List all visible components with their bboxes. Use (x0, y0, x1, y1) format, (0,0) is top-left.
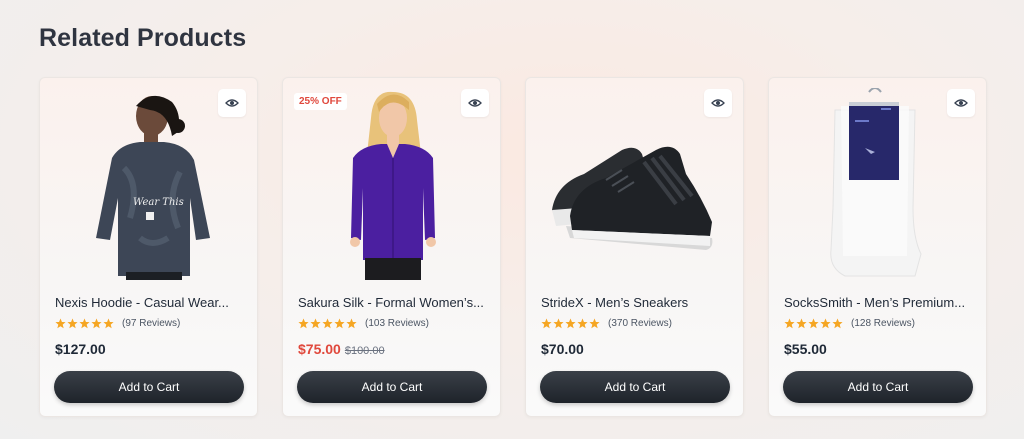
price: $55.00 (784, 341, 827, 357)
hoodie-print-text: Wear This (133, 197, 184, 208)
original-price: $100.00 (344, 345, 385, 357)
rating: (103 Reviews) (298, 318, 429, 329)
star-icon (322, 318, 333, 329)
quick-view-button[interactable] (704, 89, 732, 117)
star-icon (784, 318, 795, 329)
star-icon (334, 318, 345, 329)
price-row: $127.00 (55, 341, 106, 357)
star-icon (55, 318, 66, 329)
price-row: $55.00 (784, 341, 827, 357)
quick-view-button[interactable] (218, 89, 246, 117)
product-name[interactable]: Sakura Silk - Formal Women’s... (298, 295, 488, 310)
section-title: Related Products (39, 24, 247, 52)
related-products-panel: Related Products Wear This Nexis Hoodie … (0, 0, 1024, 439)
star-icon (577, 318, 588, 329)
product-name[interactable]: SocksSmith - Men’s Premium... (784, 295, 974, 310)
sale-price: $75.00 (298, 341, 341, 357)
add-to-cart-button[interactable]: Add to Cart (783, 371, 973, 403)
add-to-cart-button[interactable]: Add to Cart (540, 371, 730, 403)
price-row: $75.00 $100.00 (298, 341, 385, 357)
eye-icon (468, 99, 482, 107)
eye-icon (711, 99, 725, 107)
star-icon (91, 318, 102, 329)
review-count: (97 Reviews) (122, 318, 181, 329)
star-icon (796, 318, 807, 329)
price: $127.00 (55, 341, 106, 357)
eye-icon (225, 99, 239, 107)
star-icon (808, 318, 819, 329)
quick-view-button[interactable] (461, 89, 489, 117)
star-icon (346, 318, 357, 329)
review-count: (128 Reviews) (851, 318, 915, 329)
rating: (97 Reviews) (55, 318, 180, 329)
product-card[interactable]: SocksSmith - Men’s Premium... (128 Revie… (768, 77, 987, 417)
star-icon (820, 318, 831, 329)
star-rating (298, 318, 357, 329)
star-icon (553, 318, 564, 329)
rating: (128 Reviews) (784, 318, 915, 329)
rating: (370 Reviews) (541, 318, 672, 329)
star-icon (79, 318, 90, 329)
star-rating (55, 318, 114, 329)
add-to-cart-button[interactable]: Add to Cart (54, 371, 244, 403)
star-rating (784, 318, 843, 329)
add-to-cart-button[interactable]: Add to Cart (297, 371, 487, 403)
star-icon (103, 318, 114, 329)
review-count: (370 Reviews) (608, 318, 672, 329)
product-card[interactable]: StrideX - Men’s Sneakers (370 Reviews) $… (525, 77, 744, 417)
discount-badge: 25% OFF (294, 93, 347, 110)
price-row: $70.00 (541, 341, 584, 357)
product-name[interactable]: Nexis Hoodie - Casual Wear... (55, 295, 245, 310)
star-icon (541, 318, 552, 329)
star-icon (67, 318, 78, 329)
product-card[interactable]: Wear This Nexis Hoodie - Casual Wear... … (39, 77, 258, 417)
star-icon (832, 318, 843, 329)
star-icon (298, 318, 309, 329)
star-rating (541, 318, 600, 329)
quick-view-button[interactable] (947, 89, 975, 117)
product-card[interactable]: 25% OFF Sakura Silk - Formal Women’s... … (282, 77, 501, 417)
review-count: (103 Reviews) (365, 318, 429, 329)
star-icon (565, 318, 576, 329)
star-icon (589, 318, 600, 329)
product-name[interactable]: StrideX - Men’s Sneakers (541, 295, 731, 310)
star-icon (310, 318, 321, 329)
price: $70.00 (541, 341, 584, 357)
eye-icon (954, 99, 968, 107)
